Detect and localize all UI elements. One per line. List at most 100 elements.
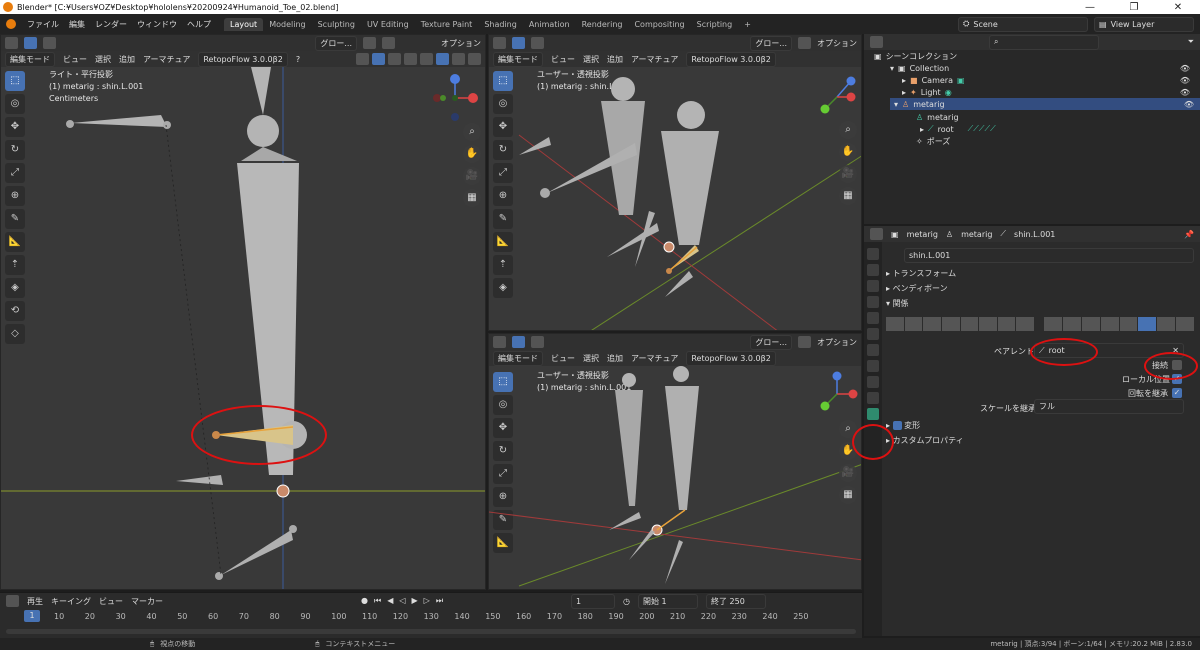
outliner-row-root-bone[interactable]: ▸ ⟋ root ⟋⟋⟋⟋⟋	[920, 123, 996, 135]
play-icon[interactable]: ▶	[412, 596, 418, 606]
menu-edit[interactable]: 編集	[64, 19, 90, 30]
outliner-row-metarig[interactable]: ▾ ♙ metarig 👁	[890, 98, 1200, 110]
tab-shading[interactable]: Shading	[478, 18, 523, 31]
outliner-row-armature-data[interactable]: ♙ metarig	[916, 111, 959, 123]
properties-editor-icon[interactable]	[870, 228, 883, 240]
menu-marker[interactable]: マーカー	[131, 596, 163, 607]
perspective-toggle-icon[interactable]: ▦	[839, 187, 857, 205]
eye-icon[interactable]: 👁	[1180, 64, 1190, 73]
viewport-left[interactable]: グロー... オプション 編集モード ビュー 選択 追加 アーマチュア Reto…	[0, 34, 486, 590]
prev-key-icon[interactable]: ◀	[387, 596, 393, 606]
search-icon: ⌕	[994, 37, 999, 46]
constraints-tab-icon[interactable]	[867, 376, 879, 388]
scene-selector[interactable]: ⛭ Scene	[958, 16, 1088, 32]
blender-menu-icon[interactable]	[6, 19, 16, 29]
bone-layers-grid-left[interactable]	[886, 317, 1034, 331]
tab-sculpting[interactable]: Sculpting	[312, 18, 361, 31]
tab-uv-editing[interactable]: UV Editing	[361, 18, 415, 31]
current-frame-indicator[interactable]: 1	[24, 610, 40, 622]
viewport-bottom-right[interactable]: グロー... オプション 編集モード ビュー 選択 追加 アーマチュア Reto…	[488, 333, 862, 590]
panel-relations[interactable]: ▾ 関係	[886, 298, 909, 309]
view-layer-selector[interactable]: ▤ View Layer	[1094, 16, 1194, 32]
timeline-editor-icon[interactable]	[6, 595, 19, 607]
maximize-button[interactable]: ❐	[1112, 2, 1156, 13]
menu-keying[interactable]: キーイング	[51, 596, 91, 607]
outliner-row-light[interactable]: ▸ ✦ Light ◉ 👁	[902, 86, 1190, 98]
minimize-button[interactable]: —	[1068, 2, 1112, 13]
armature-data-tab-icon[interactable]	[867, 392, 879, 404]
render-tab-icon[interactable]	[867, 264, 879, 276]
expand-arrow-icon[interactable]: ▾	[894, 100, 898, 109]
navigation-gizmo[interactable]	[815, 370, 861, 416]
bone-name-field[interactable]: shin.L.001	[904, 248, 1194, 263]
viewport-top-right[interactable]: グロー... オプション 編集モード ビュー 選択 追加 アーマチュア Reto…	[488, 34, 862, 331]
tab-animation[interactable]: Animation	[523, 18, 576, 31]
scene-tab-icon[interactable]	[867, 312, 879, 324]
tab-compositing[interactable]: Compositing	[628, 18, 690, 31]
filter-icon[interactable]: ⏷	[1188, 37, 1200, 47]
camera-view-icon[interactable]: 🎥	[839, 464, 857, 482]
navigation-gizmo[interactable]	[815, 73, 861, 119]
panel-deform[interactable]: ▸ 変形	[886, 420, 920, 431]
inherit-scale-dropdown[interactable]: フル	[1034, 399, 1184, 414]
outliner-row-scene[interactable]: ▣ シーンコレクション	[874, 50, 957, 62]
perspective-toggle-icon[interactable]: ▦	[839, 486, 857, 504]
eye-icon[interactable]: 👁	[1180, 76, 1190, 85]
pan-hand-icon[interactable]: ✋	[839, 143, 857, 161]
output-tab-icon[interactable]	[867, 280, 879, 292]
jump-start-icon[interactable]: ⏮	[374, 596, 381, 606]
camera-view-icon[interactable]: 🎥	[839, 165, 857, 183]
eye-icon[interactable]: 👁	[1184, 100, 1200, 109]
menu-file[interactable]: ファイル	[22, 19, 64, 30]
eye-icon[interactable]: 👁	[1180, 88, 1190, 97]
inherit-rotation-checkbox[interactable]: ✓	[1172, 388, 1182, 398]
menu-window[interactable]: ウィンドウ	[132, 19, 182, 30]
panel-transform[interactable]: ▸ トランスフォーム	[886, 268, 956, 279]
armature-icon: ♙	[902, 99, 910, 109]
panel-bendy-bones[interactable]: ▸ ベンディボーン	[886, 283, 948, 294]
outliner-search-input[interactable]: ⌕	[989, 34, 1099, 50]
view-layer-tab-icon[interactable]	[867, 296, 879, 308]
expand-arrow-icon[interactable]: ▸	[920, 125, 924, 134]
armature-view-bottom-right	[489, 366, 861, 587]
record-icon[interactable]: ●	[361, 596, 368, 606]
tool-tab-icon[interactable]	[867, 248, 879, 260]
tab-layout[interactable]: Layout	[224, 17, 264, 31]
current-frame-field[interactable]: 1	[571, 593, 616, 609]
next-key-icon[interactable]: ▷	[424, 596, 430, 606]
jump-end-icon[interactable]: ⏭	[436, 596, 443, 606]
start-frame-field[interactable]: 開始 1	[638, 593, 698, 609]
menu-timeline-view[interactable]: ビュー	[99, 596, 123, 607]
outliner-editor-icon[interactable]	[870, 36, 883, 48]
panel-custom-properties[interactable]: ▸ カスタムプロパティ	[886, 435, 964, 446]
bone-layers-grid-right[interactable]	[1044, 317, 1194, 331]
timeline-scrollbar[interactable]	[6, 629, 856, 634]
add-workspace-button[interactable]: +	[738, 18, 757, 31]
outliner-row-camera[interactable]: ▸ ■ Camera ▣ 👁	[902, 74, 1190, 86]
frame-tick-label: 50	[177, 612, 188, 621]
expand-arrow-icon[interactable]: ▸	[902, 88, 906, 97]
menu-help[interactable]: ヘルプ	[182, 19, 216, 30]
pin-icon[interactable]: 📌	[1184, 230, 1200, 239]
armature-view-left	[1, 67, 485, 589]
tab-rendering[interactable]: Rendering	[576, 18, 629, 31]
tab-modeling[interactable]: Modeling	[263, 18, 311, 31]
menu-playback[interactable]: 再生	[27, 596, 43, 607]
outliner-row-pose[interactable]: ✧ ポーズ	[916, 135, 950, 147]
menu-render[interactable]: レンダー	[90, 19, 132, 30]
expand-arrow-icon[interactable]: ▾	[890, 64, 894, 73]
end-frame-field[interactable]: 終了 250	[706, 593, 766, 609]
physics-tab-icon[interactable]	[867, 360, 879, 372]
tab-texture-paint[interactable]: Texture Paint	[415, 18, 479, 31]
close-button[interactable]: ✕	[1156, 2, 1200, 13]
play-reverse-icon[interactable]: ◁	[399, 596, 405, 606]
bone-tab-icon[interactable]	[867, 408, 879, 420]
tab-scripting[interactable]: Scripting	[691, 18, 739, 31]
expand-arrow-icon[interactable]: ▸	[902, 76, 906, 85]
outliner-row-collection[interactable]: ▾ ▣ Collection 👁	[890, 62, 1190, 74]
object-tab-icon[interactable]	[867, 344, 879, 356]
deform-checkbox[interactable]	[892, 421, 902, 430]
zoom-icon[interactable]: ⌕	[839, 121, 857, 139]
frame-tick-label: 110	[362, 612, 378, 621]
world-tab-icon[interactable]	[867, 328, 879, 340]
